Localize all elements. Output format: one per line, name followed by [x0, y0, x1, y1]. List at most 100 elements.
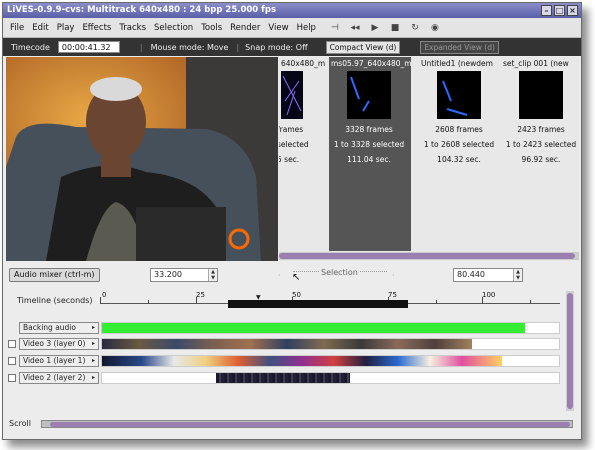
- menu-tools[interactable]: Tools: [197, 23, 226, 33]
- video-lane[interactable]: [101, 372, 560, 384]
- selection-label: Selection: [319, 268, 360, 277]
- track-checkbox[interactable]: [8, 340, 16, 348]
- selection-end-value: 80.440: [457, 270, 485, 279]
- clip-thumbnail: [437, 71, 481, 119]
- menu-bar: File Edit Play Effects Tracks Selection …: [3, 18, 581, 38]
- spin-arrows-icon[interactable]: ▲ ▼: [513, 269, 522, 281]
- expand-arrow-icon[interactable]: ▸: [92, 373, 95, 383]
- clip-gallery: 640x480_m frames selected 5 sec. ms05.97…: [279, 57, 579, 261]
- clip-name: Untitled1 (newdem: [421, 59, 493, 68]
- selection-start-value: 33.200: [154, 270, 182, 279]
- mt-toolbar: Timecode 00:00:41.32 | Mouse mode: Move …: [3, 38, 581, 56]
- clip-frames: 3328 frames: [345, 125, 393, 134]
- title-bar: LiVES-0.9.9-cvs: Multitrack 640x480 : 24…: [3, 3, 581, 18]
- mouse-cursor-icon: ↖: [292, 272, 301, 283]
- minimize-icon[interactable]: –: [541, 5, 552, 16]
- selection-end-spin[interactable]: 80.440 ▲ ▼: [453, 268, 523, 282]
- tick-label: 25: [196, 291, 205, 299]
- clip-frames: 2608 frames: [435, 125, 483, 134]
- video-clip-block[interactable]: [216, 373, 350, 383]
- loop-icon[interactable]: ↻: [406, 20, 424, 36]
- clip-thumbnail: [347, 71, 391, 119]
- video-clip-block[interactable]: [102, 339, 472, 349]
- clip-thumbnail: [281, 71, 303, 119]
- clip-item-selected[interactable]: ms05.97_640x480_m 3328 frames 1 to 3328 …: [329, 57, 412, 251]
- stop-icon[interactable]: ■: [386, 20, 404, 36]
- clip-duration: 104.32 sec.: [437, 155, 481, 164]
- menu-help[interactable]: Help: [293, 23, 320, 33]
- timeline-selection-bar[interactable]: [228, 300, 408, 308]
- menu-selection[interactable]: Selection: [150, 23, 197, 33]
- clip-selected: 1 to 3328 selected: [333, 140, 405, 149]
- menu-file[interactable]: File: [6, 23, 28, 33]
- playback-controls: ⊣ ◂◂ ▶ ■ ↻ ◉: [326, 20, 444, 36]
- timeline-hscrollbar[interactable]: [41, 420, 573, 428]
- expand-arrow-icon[interactable]: ▸: [92, 356, 95, 366]
- tick-label: 0: [102, 291, 107, 299]
- spin-arrows-icon[interactable]: ▲ ▼: [208, 269, 217, 281]
- clip-scrollbar[interactable]: [279, 252, 579, 260]
- track-checkbox[interactable]: [8, 374, 16, 382]
- video-lane[interactable]: [101, 355, 560, 367]
- video-preview: [6, 57, 278, 261]
- menu-effects[interactable]: Effects: [78, 23, 115, 33]
- timecode-label: Timecode: [11, 42, 50, 52]
- maximize-icon[interactable]: □: [554, 5, 565, 16]
- menu-render[interactable]: Render: [226, 23, 264, 33]
- audio-block[interactable]: [102, 323, 525, 333]
- clip-item[interactable]: set_clip 001 (new 2423 frames 1 to 2423 …: [501, 57, 579, 251]
- clip-name: set_clip 001 (new: [503, 59, 569, 68]
- track-label-video-1[interactable]: Video 1 (layer 1) ▸: [19, 355, 99, 367]
- tick-label: 100: [482, 291, 496, 299]
- menu-view[interactable]: View: [264, 23, 292, 33]
- audio-lane[interactable]: [101, 322, 560, 334]
- window-title: LiVES-0.9.9-cvs: Multitrack 640x480 : 24…: [7, 5, 277, 15]
- clip-duration: 96.92 sec.: [521, 155, 561, 164]
- audio-mixer-button[interactable]: Audio mixer (ctrl-m): [9, 268, 100, 282]
- timecode-field[interactable]: 00:00:41.32: [57, 41, 120, 53]
- timeline-label: Timeline (seconds): [17, 296, 93, 305]
- selection-row: Audio mixer (ctrl-m) 33.200 ▲ ▼ · Selecti…: [3, 266, 581, 284]
- window-buttons: – □ ×: [541, 5, 578, 16]
- main-window: LiVES-0.9.9-cvs: Multitrack 640x480 : 24…: [2, 2, 582, 440]
- timeline-area: Timeline (seconds) 0 25 50 75 100 ▼ Back…: [3, 287, 581, 437]
- clip-item[interactable]: Untitled1 (newdem 2608 frames 1 to 2608 …: [419, 57, 499, 251]
- track-label-video-2[interactable]: Video 2 (layer 2) ▸: [19, 372, 99, 384]
- compact-view-button[interactable]: Compact View (d): [325, 40, 401, 54]
- clip-duration: 111.04 sec.: [347, 155, 391, 164]
- clip-selected: 1 to 2423 selected: [505, 140, 577, 149]
- tick-label: 50: [292, 291, 301, 299]
- snap-mode-label: Snap mode: Off: [245, 42, 308, 52]
- expanded-view-button[interactable]: Expanded View (d): [420, 40, 499, 54]
- preview-frame: [6, 57, 278, 261]
- rewind-icon[interactable]: ◂◂: [346, 20, 364, 36]
- clip-frames: 2423 frames: [517, 125, 565, 134]
- track-name: Video 2 (layer 2): [23, 373, 86, 382]
- expand-arrow-icon[interactable]: ▸: [92, 339, 95, 349]
- close-icon[interactable]: ×: [567, 5, 578, 16]
- menu-tracks[interactable]: Tracks: [115, 23, 150, 33]
- tick-label: 75: [388, 291, 397, 299]
- clip-selected: 1 to 2608 selected: [423, 140, 495, 149]
- track-label-video-3[interactable]: Video 3 (layer 0) ▸: [19, 338, 99, 350]
- video-lane[interactable]: [101, 338, 560, 350]
- track-label-backing-audio[interactable]: Backing audio ▸: [19, 322, 99, 334]
- menu-edit[interactable]: Edit: [28, 23, 52, 33]
- selection-start-spin[interactable]: 33.200 ▲ ▼: [150, 268, 218, 282]
- clip-name: ms05.97_640x480_m: [331, 59, 412, 68]
- sepwin-icon[interactable]: ⊣: [326, 20, 344, 36]
- video-clip-block[interactable]: [102, 356, 502, 366]
- tracks-vscrollbar[interactable]: [566, 291, 574, 411]
- scroll-label: Scroll: [9, 419, 31, 428]
- clip-thumbnail: [519, 71, 563, 119]
- selection-right-marker: ·: [392, 271, 395, 280]
- track-checkbox[interactable]: [8, 357, 16, 365]
- track-name: Backing audio: [23, 323, 76, 332]
- mouse-mode-label: Mouse mode: Move: [150, 42, 229, 52]
- volume-icon[interactable]: ◉: [426, 20, 444, 36]
- expand-arrow-icon[interactable]: ▸: [92, 323, 95, 333]
- track-name: Video 3 (layer 0): [23, 339, 86, 348]
- scroll-row: Scroll: [3, 418, 581, 432]
- menu-play[interactable]: Play: [53, 23, 79, 33]
- play-icon[interactable]: ▶: [366, 20, 384, 36]
